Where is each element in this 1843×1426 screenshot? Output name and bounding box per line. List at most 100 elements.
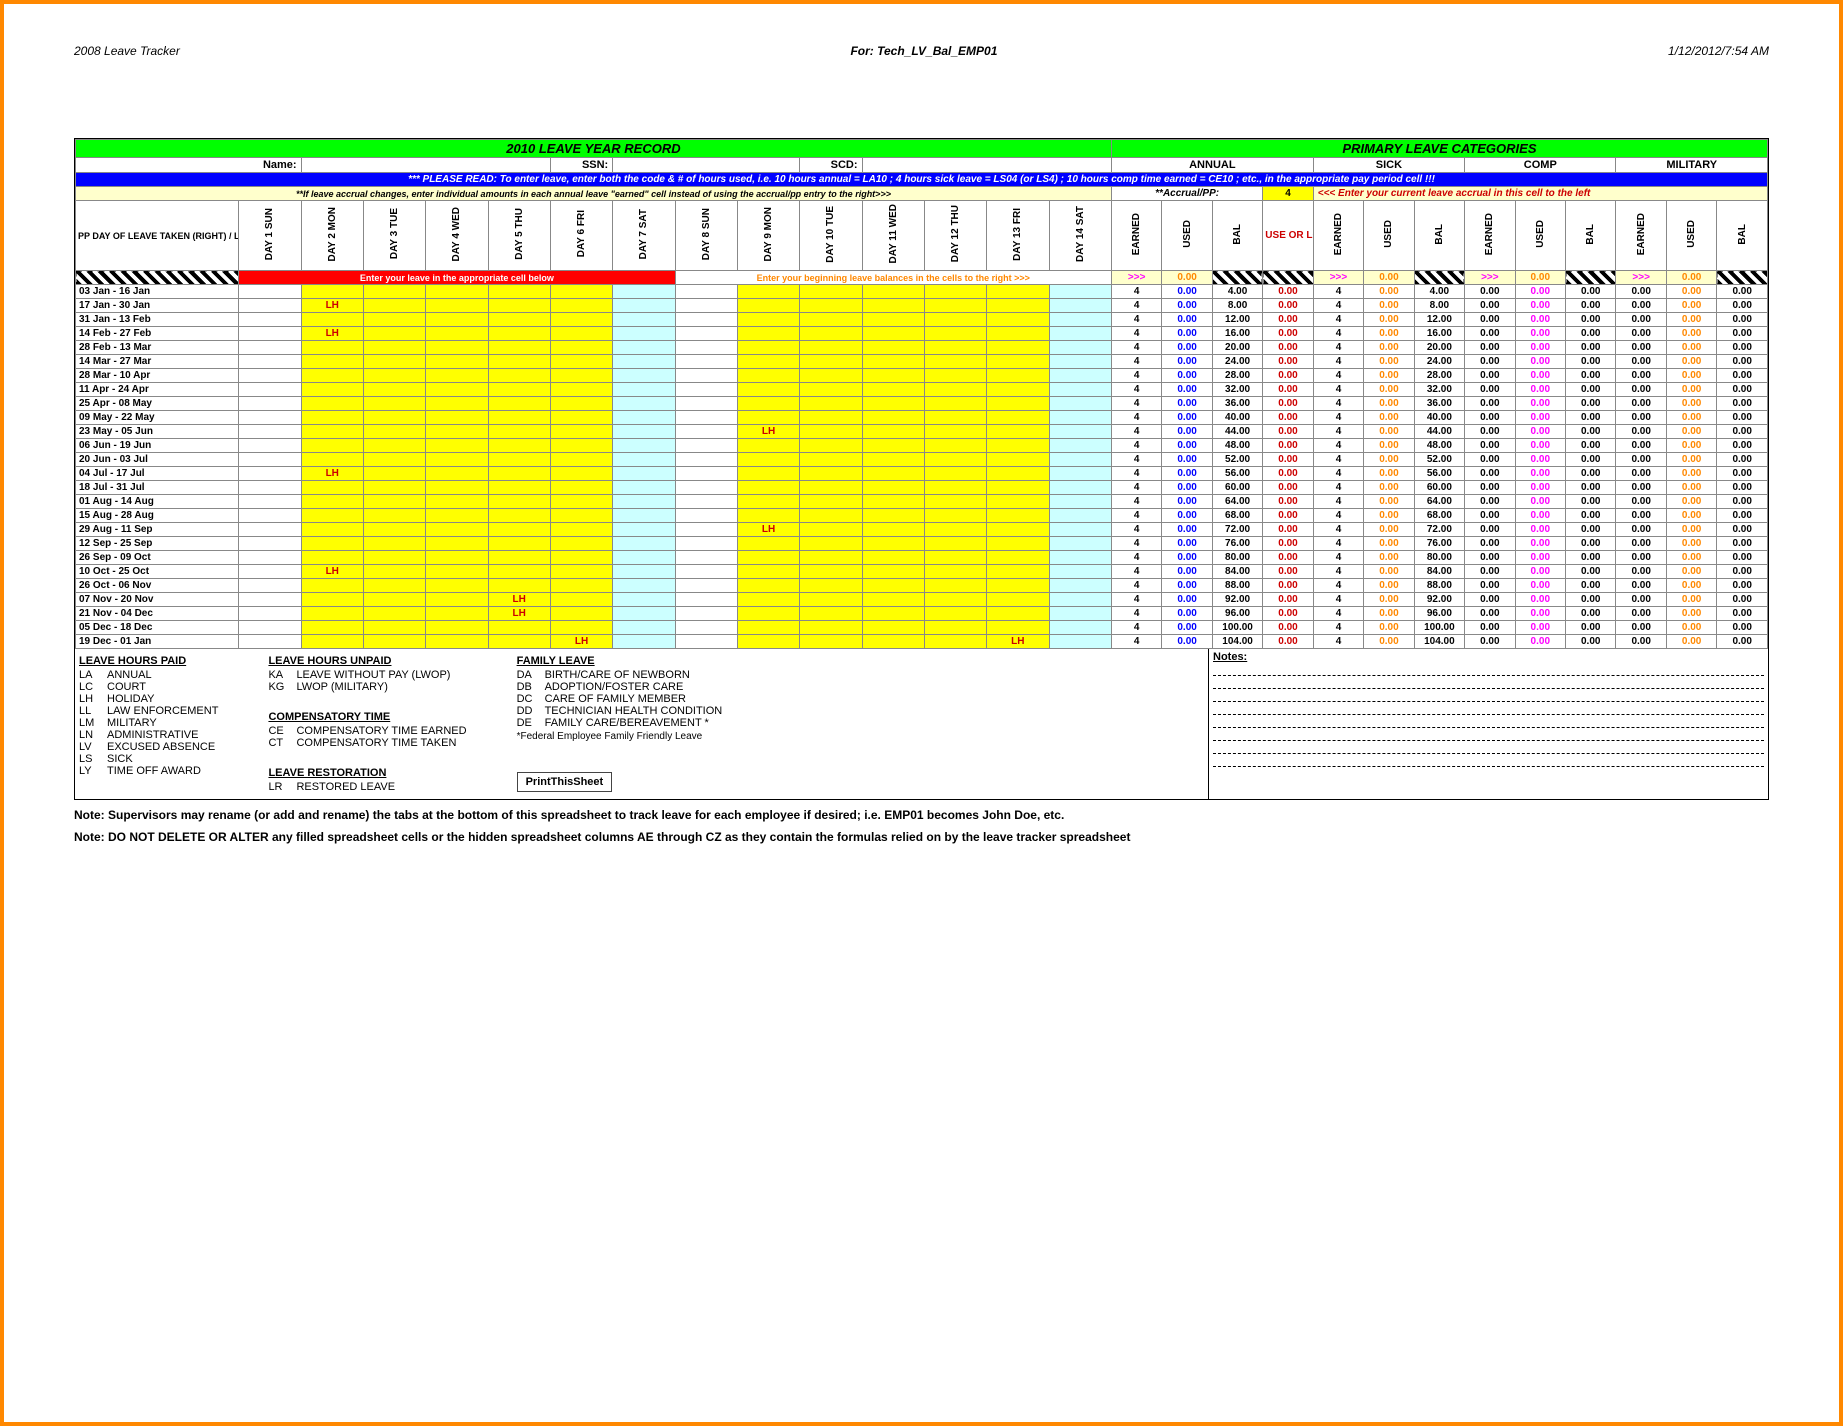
day-cell[interactable] (737, 285, 799, 299)
day-cell[interactable] (363, 481, 425, 495)
day-cell[interactable] (426, 635, 488, 649)
ssn-input[interactable] (613, 158, 800, 173)
day-cell[interactable] (301, 397, 363, 411)
day-cell[interactable] (363, 411, 425, 425)
day-cell[interactable] (550, 411, 612, 425)
day-cell[interactable] (862, 537, 924, 551)
day-cell[interactable] (613, 383, 675, 397)
day-cell[interactable] (550, 495, 612, 509)
day-cell[interactable] (550, 355, 612, 369)
day-cell[interactable] (737, 607, 799, 621)
day-cell[interactable] (301, 579, 363, 593)
day-cell[interactable] (426, 509, 488, 523)
day-cell[interactable] (800, 411, 862, 425)
day-cell[interactable] (737, 467, 799, 481)
day-cell[interactable] (426, 607, 488, 621)
day-cell[interactable] (550, 341, 612, 355)
day-cell[interactable] (550, 439, 612, 453)
day-cell[interactable] (737, 439, 799, 453)
day-cell[interactable] (737, 551, 799, 565)
day-cell[interactable] (987, 285, 1049, 299)
day-cell[interactable] (924, 439, 986, 453)
day-cell[interactable] (301, 509, 363, 523)
day-cell[interactable] (1049, 313, 1111, 327)
day-cell[interactable] (862, 299, 924, 313)
day-cell[interactable] (924, 481, 986, 495)
day-cell[interactable] (675, 299, 737, 313)
day-cell[interactable] (426, 551, 488, 565)
day-cell[interactable] (737, 579, 799, 593)
day-cell[interactable] (301, 481, 363, 495)
day-cell[interactable] (862, 607, 924, 621)
day-cell[interactable] (675, 411, 737, 425)
day-cell[interactable] (613, 565, 675, 579)
day-cell[interactable] (1049, 593, 1111, 607)
day-cell[interactable] (987, 579, 1049, 593)
day-cell[interactable] (1049, 355, 1111, 369)
day-cell[interactable] (800, 565, 862, 579)
day-cell[interactable] (987, 607, 1049, 621)
day-cell[interactable] (488, 383, 550, 397)
day-cell[interactable] (675, 355, 737, 369)
day-cell[interactable] (924, 341, 986, 355)
day-cell[interactable] (239, 495, 301, 509)
day-cell[interactable] (613, 551, 675, 565)
day-cell[interactable] (737, 453, 799, 467)
day-cell[interactable] (488, 495, 550, 509)
day-cell[interactable] (550, 327, 612, 341)
day-cell[interactable] (426, 397, 488, 411)
day-cell[interactable] (737, 383, 799, 397)
day-cell[interactable] (862, 551, 924, 565)
day-cell[interactable] (613, 579, 675, 593)
day-cell[interactable] (239, 523, 301, 537)
day-cell[interactable] (675, 481, 737, 495)
day-cell[interactable] (862, 481, 924, 495)
day-cell[interactable] (675, 537, 737, 551)
day-cell[interactable] (1049, 495, 1111, 509)
day-cell[interactable] (862, 383, 924, 397)
day-cell[interactable] (1049, 439, 1111, 453)
day-cell[interactable] (363, 495, 425, 509)
day-cell[interactable] (488, 411, 550, 425)
day-cell[interactable] (924, 551, 986, 565)
day-cell[interactable] (987, 397, 1049, 411)
day-cell[interactable] (862, 439, 924, 453)
day-cell[interactable] (426, 425, 488, 439)
day-cell[interactable] (426, 523, 488, 537)
day-cell[interactable] (613, 523, 675, 537)
day-cell[interactable] (239, 509, 301, 523)
day-cell[interactable] (363, 355, 425, 369)
day-cell[interactable]: LH (737, 425, 799, 439)
day-cell[interactable] (363, 523, 425, 537)
day-cell[interactable] (550, 621, 612, 635)
day-cell[interactable] (301, 425, 363, 439)
day-cell[interactable] (301, 621, 363, 635)
day-cell[interactable] (987, 537, 1049, 551)
day-cell[interactable] (675, 495, 737, 509)
day-cell[interactable] (675, 425, 737, 439)
day-cell[interactable] (239, 397, 301, 411)
day-cell[interactable] (301, 285, 363, 299)
day-cell[interactable] (737, 369, 799, 383)
day-cell[interactable] (613, 355, 675, 369)
day-cell[interactable] (675, 341, 737, 355)
day-cell[interactable] (800, 635, 862, 649)
day-cell[interactable] (1049, 285, 1111, 299)
day-cell[interactable] (426, 453, 488, 467)
day-cell[interactable] (987, 523, 1049, 537)
day-cell[interactable] (301, 341, 363, 355)
day-cell[interactable] (987, 425, 1049, 439)
day-cell[interactable] (800, 607, 862, 621)
day-cell[interactable] (1049, 327, 1111, 341)
day-cell[interactable] (488, 299, 550, 313)
day-cell[interactable] (924, 411, 986, 425)
day-cell[interactable] (426, 299, 488, 313)
day-cell[interactable] (488, 467, 550, 481)
day-cell[interactable] (924, 593, 986, 607)
day-cell[interactable] (924, 509, 986, 523)
day-cell[interactable] (613, 453, 675, 467)
day-cell[interactable] (987, 551, 1049, 565)
day-cell[interactable] (613, 495, 675, 509)
day-cell[interactable] (1049, 299, 1111, 313)
day-cell[interactable] (488, 453, 550, 467)
